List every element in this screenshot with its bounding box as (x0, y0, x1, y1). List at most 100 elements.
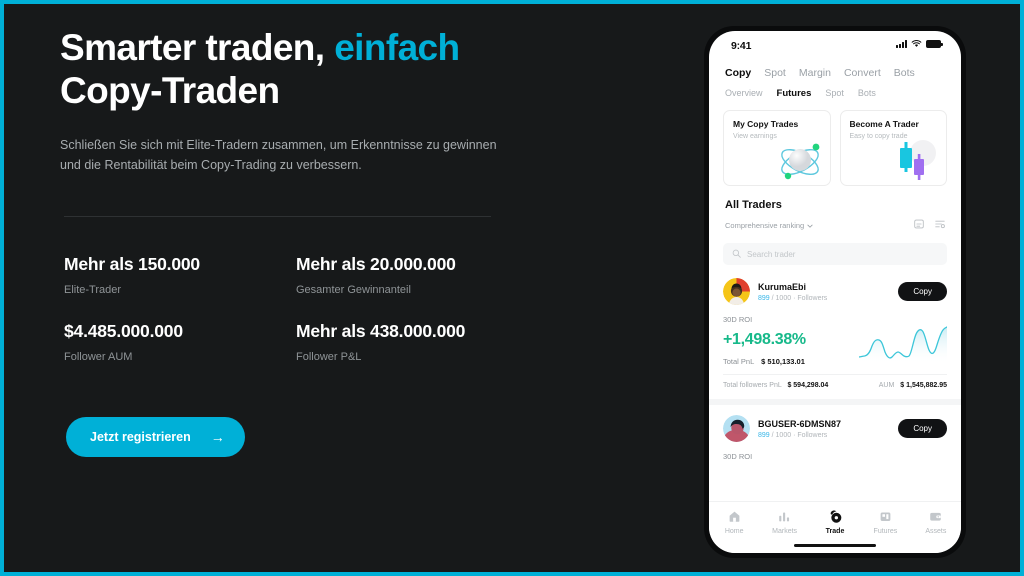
nav-item-assets[interactable]: Assets (911, 509, 961, 535)
subtab-overview[interactable]: Overview (725, 88, 763, 99)
checklist-icon[interactable] (914, 216, 924, 234)
subtab-futures[interactable]: Futures (777, 88, 812, 99)
nav-item-futures[interactable]: Futures (860, 509, 910, 535)
aum: AUM $ 1,545,882.95 (879, 382, 947, 389)
trader-followers: 899 / 1000 · Followers (758, 432, 841, 439)
page-title: Smarter traden, einfach Copy-Traden (60, 26, 530, 113)
roi-block: +1,498.38% Total PnL $ 510,133.01 (723, 328, 806, 366)
trader-card: KurumaEbi 899 / 1000 · Followers Copy 30… (709, 273, 961, 399)
trade-icon (828, 509, 843, 524)
all-traders-section-header: All Traders Comprehensive ranking (709, 186, 961, 234)
arrow-right-icon: → (210, 429, 225, 445)
stat-value: $4.485.000.000 (64, 321, 183, 341)
battery-icon (926, 40, 943, 48)
stat-item: Mehr als 150.000 Elite-Trader (64, 254, 296, 296)
trader-header: BGUSER-6DMSN87 899 / 1000 · Followers Co… (723, 415, 947, 442)
trader-identity: BGUSER-6DMSN87 899 / 1000 · Followers (758, 419, 841, 439)
stats-grid: Mehr als 150.000 Elite-Trader Mehr als 2… (64, 254, 504, 363)
section-title: All Traders (725, 199, 782, 211)
followers-pnl: Total followers PnL $ 594,298.04 (723, 382, 828, 389)
followers-word: · Followers (793, 431, 828, 439)
copy-button[interactable]: Copy (898, 282, 947, 301)
stat-value: Mehr als 438.000.000 (296, 321, 466, 341)
roi-sparkline-chart (858, 324, 948, 364)
status-icons (896, 40, 943, 48)
register-now-button[interactable]: Jetzt registrieren → (66, 417, 245, 457)
subtab-bots[interactable]: Bots (858, 88, 876, 99)
stat-item: Mehr als 438.000.000 Follower P&L (296, 321, 504, 363)
avatar (723, 278, 750, 305)
filter-icon[interactable] (935, 216, 945, 234)
trader-card: BGUSER-6DMSN87 899 / 1000 · Followers Co… (709, 405, 961, 461)
headline-accent: einfach (334, 27, 460, 68)
tab-bots[interactable]: Bots (894, 67, 915, 79)
nav-item-home[interactable]: Home (709, 509, 759, 535)
stat-item: Mehr als 20.000.000 Gesamter Gewinnantei… (296, 254, 504, 296)
search-input[interactable] (747, 249, 938, 259)
headline-line2: Copy-Traden (60, 70, 280, 112)
promo-title: Become A Trader (849, 119, 919, 129)
trader-name: KurumaEbi (758, 281, 807, 292)
total-pnl-value: $ 510,133.01 (761, 357, 805, 366)
nav-item-markets[interactable]: Markets (759, 509, 809, 535)
status-bar: 9:41 (709, 31, 961, 61)
register-now-label: Jetzt registrieren (90, 430, 191, 444)
candlestick-icon (890, 137, 942, 183)
section-controls: Comprehensive ranking (725, 216, 945, 234)
roi-label: 30D ROI (723, 315, 753, 324)
bottom-navigation: Home Markets Trade Futures Assets (709, 501, 961, 553)
nav-label: Trade (825, 528, 845, 535)
stat-value: Mehr als 20.000.000 (296, 254, 456, 274)
total-pnl: Total PnL $ 510,133.01 (723, 357, 806, 366)
nav-item-trade[interactable]: Trade (810, 509, 860, 535)
become-a-trader-card[interactable]: Become A Trader Easy to copy trade (839, 110, 947, 186)
screenshot-root: Smarter traden, einfach Copy-Traden Schl… (0, 0, 1024, 576)
trader-header: KurumaEbi 899 / 1000 · Followers Copy (723, 278, 947, 305)
promo-cards: My Copy Trades View earnings Become A Tr… (709, 99, 961, 186)
ranking-dropdown[interactable]: Comprehensive ranking (725, 221, 813, 230)
home-icon (728, 509, 741, 524)
followers-max: / 1000 (771, 294, 792, 302)
ranking-dropdown-label: Comprehensive ranking (725, 220, 805, 230)
followers-max: / 1000 (771, 431, 792, 439)
nav-label: Markets (772, 528, 798, 535)
section-divider (64, 216, 491, 217)
promo-title: My Copy Trades (733, 119, 799, 129)
stat-label: Follower AUM (64, 351, 133, 363)
phone-screen: 9:41 Copy Spot Margin Convert Bots Overv… (709, 31, 961, 553)
headline-line1: Smarter traden, (60, 27, 325, 68)
trader-followers: 899 / 1000 · Followers (758, 295, 827, 302)
stat-label: Elite-Trader (64, 284, 122, 296)
copy-button[interactable]: Copy (898, 419, 947, 438)
hero-stage: Smarter traden, einfach Copy-Traden Schl… (4, 4, 1020, 572)
home-indicator (794, 543, 876, 547)
hero-text-block: Smarter traden, einfach Copy-Traden Schl… (60, 26, 530, 176)
trader-list: KurumaEbi 899 / 1000 · Followers Copy 30… (709, 273, 961, 461)
followers-pnl-value: $ 594,298.04 (787, 382, 829, 389)
stat-label: Gesamter Gewinnanteil (296, 284, 411, 296)
search-trader-box[interactable] (723, 243, 947, 265)
tab-convert[interactable]: Convert (844, 67, 881, 79)
section-icon-group (914, 216, 945, 234)
followers-current: 899 (758, 294, 770, 302)
my-copy-trades-card[interactable]: My Copy Trades View earnings (723, 110, 831, 186)
atom-orbit-icon (774, 137, 826, 183)
hero-subheadline: Schließen Sie sich mit Elite-Tradern zus… (60, 137, 497, 173)
phone-mockup: 9:41 Copy Spot Margin Convert Bots Overv… (704, 26, 966, 558)
tab-copy[interactable]: Copy (725, 67, 751, 79)
search-icon (732, 245, 741, 263)
bars-chart-icon (778, 509, 791, 524)
chevron-down-icon (807, 221, 813, 230)
subtab-spot[interactable]: Spot (825, 88, 844, 99)
followers-current: 899 (758, 431, 770, 439)
cellular-signal-icon (896, 40, 907, 48)
avatar (723, 415, 750, 442)
aum-value: $ 1,545,882.95 (900, 382, 947, 389)
futures-icon (879, 509, 892, 524)
trader-footer-stats: Total followers PnL $ 594,298.04 AUM $ 1… (723, 375, 947, 399)
aum-label: AUM (878, 382, 895, 389)
nav-label: Assets (925, 528, 947, 535)
tab-spot[interactable]: Spot (764, 67, 786, 79)
secondary-tabs: Overview Futures Spot Bots (709, 79, 961, 99)
tab-margin[interactable]: Margin (799, 67, 831, 79)
